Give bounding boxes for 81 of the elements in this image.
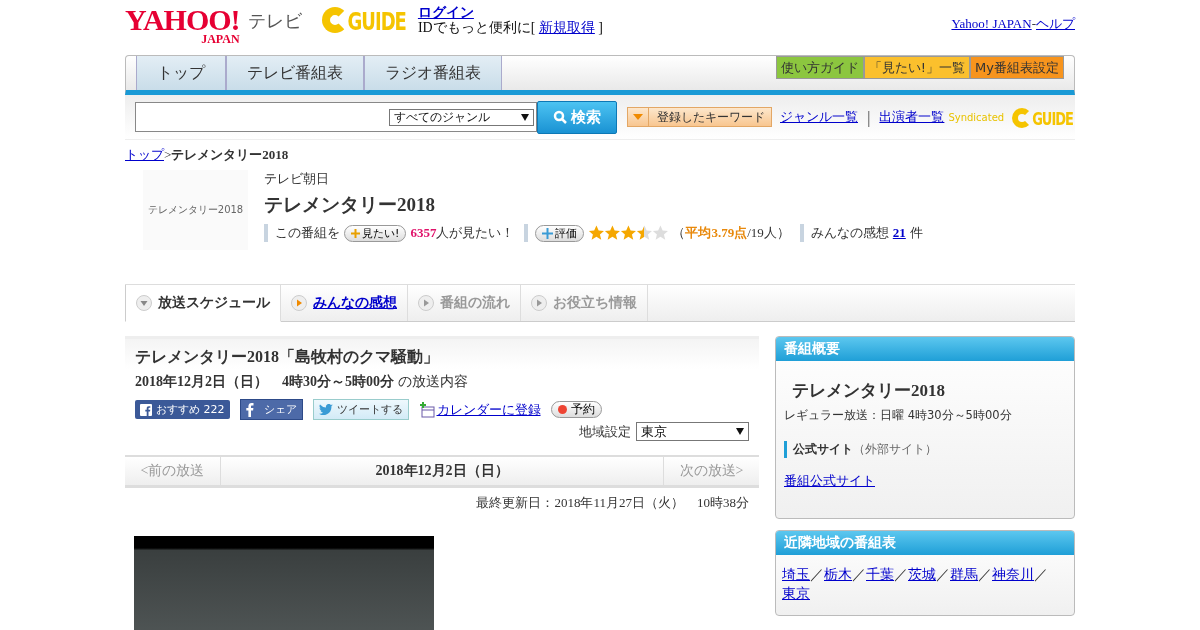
search-icon <box>553 110 567 124</box>
separator-text: ／ <box>810 566 824 582</box>
plus-icon <box>351 228 360 238</box>
login-link[interactable]: ログイン <box>417 5 603 20</box>
yahoo-logo[interactable]: YAHOO! JAPAN <box>125 5 240 45</box>
breadcrumb-link[interactable]: トップ <box>125 147 164 162</box>
yahoo-japan-link[interactable]: Yahoo! JAPAN <box>951 16 1032 31</box>
genre-list-link[interactable]: ジャンル一覧 <box>780 108 858 126</box>
separator-text: ／ <box>852 566 866 582</box>
episode-title: テレメンタリー2018「島牧村のクマ騒動」 <box>135 347 440 367</box>
genre-select[interactable]: すべてのジャンル <box>389 108 534 126</box>
nav-tab[interactable]: ラジオ番組表 <box>364 56 502 90</box>
facebook-recommend-button[interactable]: おすすめ 222 <box>135 400 230 419</box>
program-logo-image: テレメンタリー2018 <box>143 170 248 250</box>
official-site-label: 公式サイト <box>793 442 853 456</box>
impressions-label: みんなの感想 <box>810 224 889 242</box>
reserve-button[interactable]: 予約 <box>550 401 602 418</box>
rating-text: （平均3.79点/19人） <box>672 224 790 242</box>
region-link[interactable]: 神奈川 <box>992 566 1034 582</box>
dropdown-arrow-icon <box>736 428 744 435</box>
separator-text: ／ <box>978 566 992 582</box>
channel-name: テレビ朝日 <box>264 170 330 188</box>
dropdown-arrow-icon <box>521 113 529 121</box>
nav-button[interactable]: My番組表設定 <box>970 56 1064 79</box>
nav-tab[interactable]: トップ <box>136 56 226 90</box>
separator-text: ／ <box>1034 566 1048 582</box>
region-link[interactable]: 千葉 <box>866 566 894 582</box>
register-link[interactable]: 新規取得 <box>538 20 595 35</box>
last-updated: 最終更新日：2018年11月27日（火） 10時38分 <box>476 495 749 510</box>
rate-button[interactable]: 評価 <box>535 224 585 242</box>
region-select[interactable]: 東京 <box>636 422 749 441</box>
region-link[interactable]: 東京 <box>782 585 810 601</box>
impressions-count-link[interactable]: 21 <box>892 225 906 241</box>
broadcast-date: 2018年12月2日（日） <box>220 457 664 485</box>
tweet-button[interactable]: ツイートする <box>312 399 409 420</box>
id-prompt: IDでもっと便利に[ <box>417 20 536 35</box>
region-link[interactable]: 栃木 <box>824 566 852 582</box>
card-header: 近隣地域の番組表 <box>776 531 1074 555</box>
bracket-text: ] <box>598 20 603 35</box>
region-link[interactable]: 群馬 <box>950 566 978 582</box>
facebook-share-button[interactable]: シェア <box>239 399 303 420</box>
separator-text: | <box>866 107 872 127</box>
section-title: テレビ <box>247 9 302 33</box>
program-title: テレメンタリー2018 <box>264 193 436 217</box>
nav-button[interactable]: 使い方ガイド <box>775 56 864 79</box>
facebook-icon <box>140 403 152 416</box>
separator-text: - <box>1031 16 1036 31</box>
g-guide-logo: GUIDE <box>321 7 406 33</box>
bird-icon <box>318 404 333 415</box>
separator-text: ／ <box>894 566 908 582</box>
region-link[interactable]: 茨城 <box>908 566 936 582</box>
nav-button[interactable]: 「見たい!」一覧 <box>863 56 971 79</box>
cast-list-link[interactable]: 出演者一覧 <box>879 108 945 126</box>
card-header: 番組概要 <box>776 337 1074 361</box>
calendar-add-icon <box>418 401 435 418</box>
help-link[interactable]: ヘルプ <box>1036 16 1075 31</box>
plus-icon <box>542 227 554 239</box>
content-tab[interactable]: 放送スケジュール <box>125 285 281 322</box>
g-guide-logo: GUIDE <box>1012 108 1073 128</box>
region-label: 地域設定 <box>579 422 631 441</box>
want-button[interactable]: 見たい! <box>344 224 407 242</box>
air-time-suffix: の放送内容 <box>397 374 468 389</box>
facebook-icon <box>245 402 254 417</box>
overview-title: テレメンタリー2018 <box>791 380 946 402</box>
separator-text: ／ <box>936 566 950 582</box>
search-field[interactable]: すべてのジャンル <box>135 102 537 132</box>
external-site-note: （外部サイト） <box>853 442 937 456</box>
breadcrumb-separator: > <box>164 147 172 162</box>
breadcrumb-current: テレメンタリー2018 <box>171 147 289 162</box>
caret-icon <box>633 114 643 120</box>
air-time: 2018年12月2日（日） 4時30分～5時00分 <box>135 374 394 389</box>
want-count: 6357人が見たい！ <box>410 224 515 242</box>
want-prompt: この番組を <box>275 224 340 242</box>
syndicated-text: Syndicated <box>948 111 1005 123</box>
nav-tab[interactable]: テレビ番組表 <box>226 56 364 90</box>
calendar-register-link[interactable]: カレンダーに登録 <box>418 400 541 419</box>
keyword-button[interactable]: 登録したキーワード <box>627 107 772 127</box>
region-link[interactable]: 埼玉 <box>782 566 810 582</box>
impressions-unit: 件 <box>909 224 923 242</box>
official-site-link[interactable]: 番組公式サイト <box>784 472 1066 490</box>
regular-schedule: レギュラー放送：日曜 4時30分～5時00分 <box>784 408 1013 423</box>
